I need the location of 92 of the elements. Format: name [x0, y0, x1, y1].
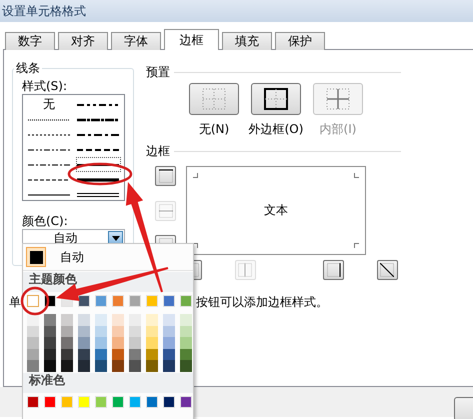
color-swatch[interactable]	[112, 314, 124, 326]
line-sample-icon	[77, 176, 120, 184]
color-swatch[interactable]	[61, 314, 73, 326]
color-swatch[interactable]	[27, 360, 39, 372]
color-swatch[interactable]	[61, 348, 73, 360]
preset-label: 外边框(O)	[248, 121, 304, 138]
color-swatch[interactable]	[61, 360, 73, 372]
color-swatch[interactable]	[129, 314, 141, 326]
color-swatch[interactable]	[27, 337, 39, 349]
tab[interactable]: 边框	[164, 29, 219, 50]
section-title: 预置	[146, 64, 170, 80]
preset-label: 无(N)	[198, 121, 230, 138]
color-swatch[interactable]	[163, 348, 175, 360]
hint-text: 按钮可以添加边框样式。	[196, 294, 328, 311]
color-swatch[interactable]	[61, 326, 73, 338]
color-swatch[interactable]	[61, 337, 73, 349]
color-swatch[interactable]	[44, 360, 56, 372]
color-swatch[interactable]	[112, 326, 124, 338]
color-swatch[interactable]	[163, 314, 175, 326]
color-swatch[interactable]	[180, 337, 192, 349]
border-edge-icon	[158, 169, 172, 183]
item-label: 自动	[60, 248, 84, 266]
border-edge-icon	[158, 204, 172, 218]
border-button[interactable]	[323, 260, 344, 280]
color-swatch[interactable]	[26, 247, 46, 267]
border-preset-icon	[202, 88, 226, 110]
color-swatch[interactable]	[146, 337, 158, 349]
tab[interactable]: 填充	[222, 32, 272, 50]
color-swatch[interactable]	[180, 326, 192, 338]
tab[interactable]: 数字	[5, 32, 55, 50]
color-swatch[interactable]	[44, 314, 56, 326]
color-swatch[interactable]	[27, 314, 39, 326]
color-swatch[interactable]	[146, 348, 158, 360]
line-style-list[interactable]: 无	[22, 94, 125, 201]
color-label: 颜色(C):	[22, 213, 69, 229]
color-swatch[interactable]	[44, 348, 56, 360]
line-sample-icon	[77, 190, 120, 198]
preview-text: 文本	[264, 202, 288, 219]
border-edge-icon	[238, 263, 252, 277]
color-swatch[interactable]	[27, 348, 39, 360]
color-swatch[interactable]	[78, 337, 90, 349]
color-swatch[interactable]	[95, 348, 107, 360]
border-preset-icon	[264, 88, 288, 110]
color-swatch[interactable]	[78, 348, 90, 360]
color-swatch[interactable]	[163, 360, 175, 372]
color-swatch[interactable]	[78, 360, 90, 372]
color-swatch[interactable]	[146, 326, 158, 338]
annotation-circle	[20, 286, 50, 316]
preset-label: 内部(I)	[320, 121, 356, 138]
border-edge-icon	[380, 263, 394, 277]
color-swatch[interactable]	[27, 326, 39, 338]
border-button[interactable]	[155, 166, 176, 186]
color-swatch[interactable]	[129, 337, 141, 349]
color-swatch[interactable]	[112, 348, 124, 360]
color-swatch[interactable]	[180, 314, 192, 326]
color-swatch[interactable]	[78, 326, 90, 338]
color-swatch[interactable]	[180, 360, 192, 372]
hint-text: 单	[9, 294, 21, 311]
color-swatch[interactable]	[163, 326, 175, 338]
group-title: 线条	[15, 60, 41, 77]
tab[interactable]: 保护	[275, 32, 325, 50]
tab[interactable]: 字体	[111, 32, 161, 50]
color-swatch[interactable]	[44, 326, 56, 338]
color-swatch[interactable]	[95, 314, 107, 326]
color-swatch[interactable]	[112, 337, 124, 349]
border-edge-icon	[326, 263, 341, 277]
color-swatch[interactable]	[95, 337, 107, 349]
color-swatch[interactable]	[146, 360, 158, 372]
color-swatch[interactable]	[44, 337, 56, 349]
color-swatch[interactable]	[112, 360, 124, 372]
preset-button[interactable]	[251, 83, 301, 115]
color-swatch[interactable]	[95, 360, 107, 372]
menu-header: 主题颜色	[29, 272, 77, 287]
color-swatch[interactable]	[163, 337, 175, 349]
style-label: 样式(S):	[22, 78, 68, 94]
color-swatch[interactable]	[129, 326, 141, 338]
menu-header: 标准色	[29, 372, 65, 388]
color-swatch[interactable]	[129, 348, 141, 360]
color-swatch[interactable]	[95, 326, 107, 338]
tab[interactable]: 对齐	[58, 32, 108, 50]
section-title: 边框	[146, 142, 170, 160]
color-swatch[interactable]	[27, 295, 39, 307]
color-swatch[interactable]	[180, 348, 192, 360]
color-swatch[interactable]	[129, 360, 141, 372]
annotation-ellipse	[68, 162, 132, 186]
line-style-option[interactable]: 无	[26, 97, 72, 112]
border-preset-icon	[326, 88, 350, 110]
border-button[interactable]	[376, 260, 398, 280]
line-style-option[interactable]	[76, 157, 121, 172]
color-swatch[interactable]	[146, 314, 158, 326]
color-swatch[interactable]	[78, 314, 90, 326]
window-title: 设置单元格格式	[2, 2, 86, 20]
